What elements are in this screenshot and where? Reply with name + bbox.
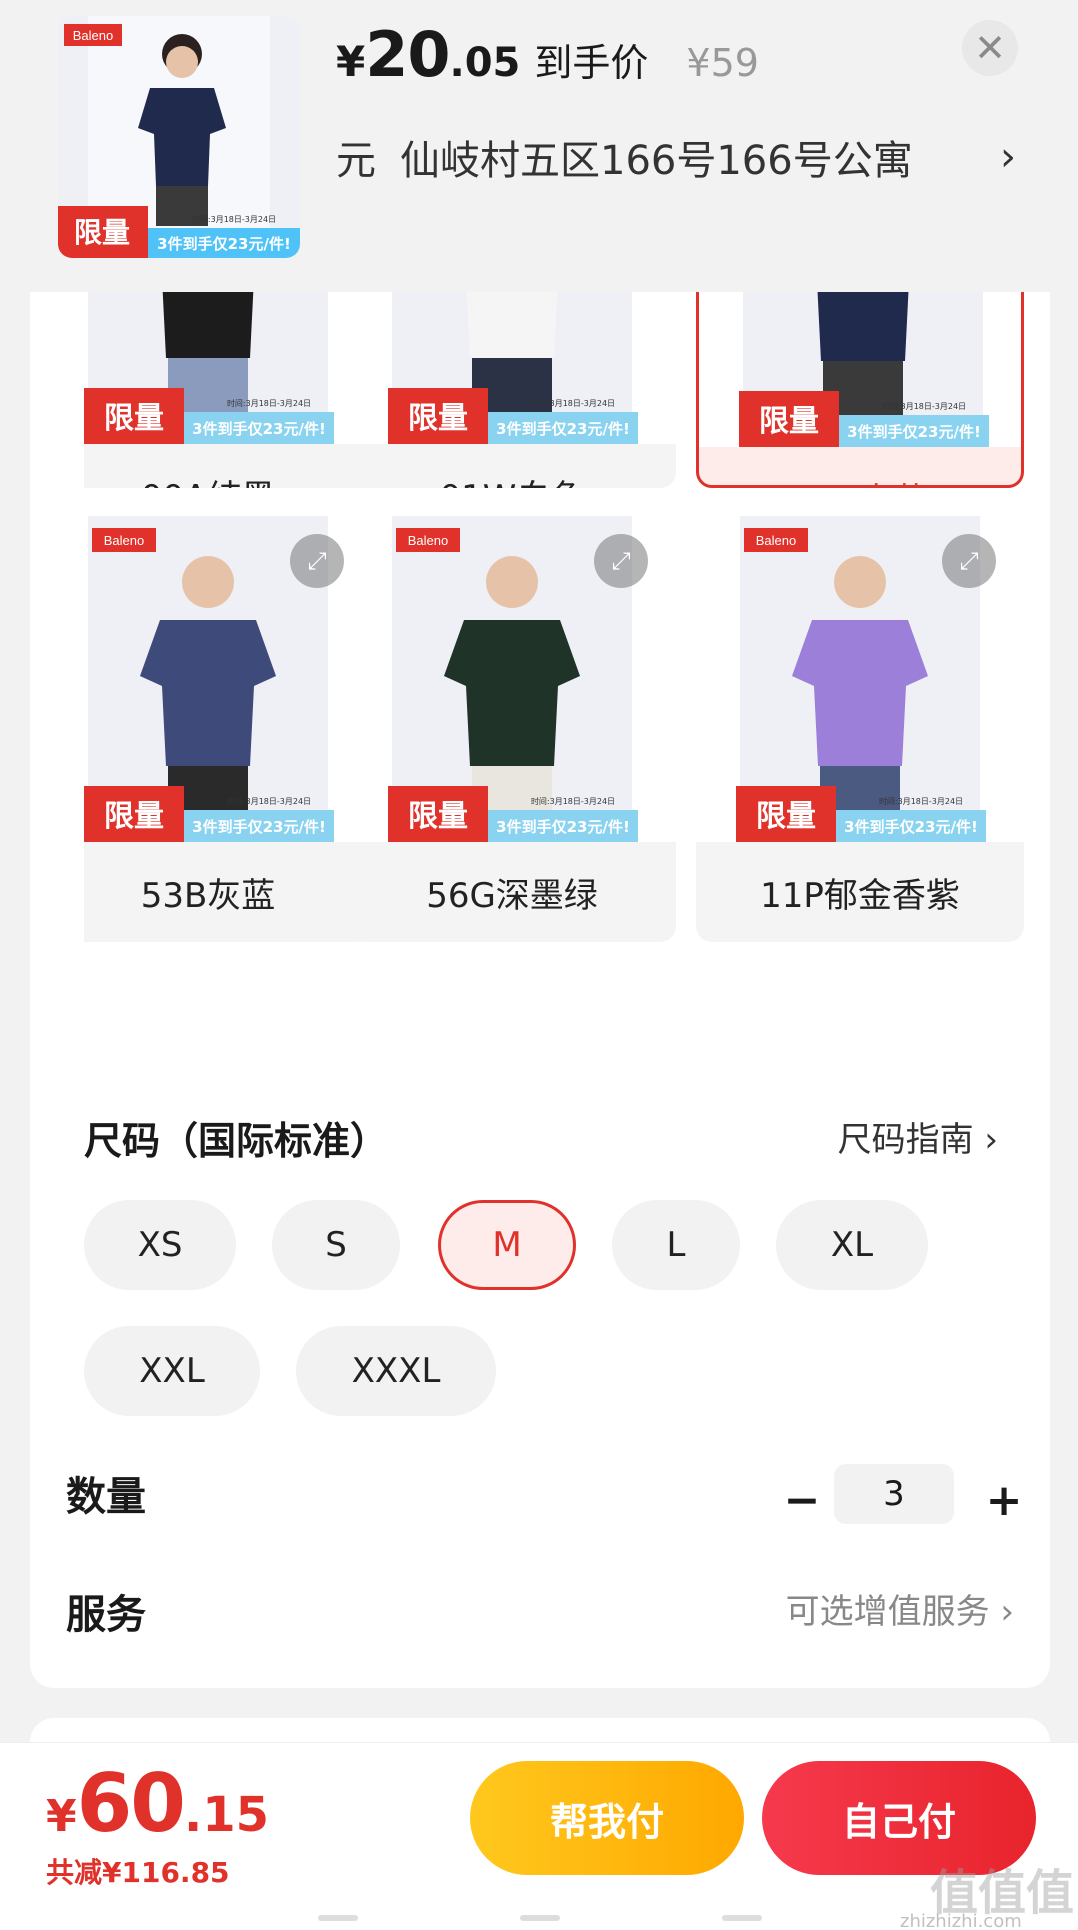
expand-icon[interactable]: ⤢ [594, 534, 648, 588]
quantity-increment-button[interactable]: + [974, 1470, 1034, 1530]
service-hint: 可选增值服务 [785, 1592, 990, 1632]
color-option-label: 01W白色 [348, 444, 676, 489]
quantity-value[interactable]: 3 [834, 1464, 954, 1524]
svg-text:限量: 限量 [104, 401, 164, 436]
size-guide-link[interactable]: 尺码指南 › [838, 1112, 998, 1161]
chevron-right-icon: › [984, 1120, 998, 1160]
quantity-label: 数量 [66, 1474, 146, 1520]
svg-text:限量: 限量 [74, 216, 130, 249]
service-label: 服务 [66, 1592, 146, 1638]
price-tag: 到手价 [534, 41, 649, 85]
svg-text:限量: 限量 [104, 799, 164, 834]
sku-card: 限量3件到手仅23元/件!时间:3月18日-3月24日00A纯黑限量3件到手仅2… [30, 292, 1050, 1688]
size-option-xl[interactable]: XL [776, 1200, 928, 1290]
total-price-decimal: .15 [183, 1787, 269, 1843]
color-option-image: 限量 3件到手仅23元/件! 时间:3月18日-3月24日 [348, 292, 676, 444]
nav-bar-hint [318, 1915, 358, 1921]
size-option-s[interactable]: S [272, 1200, 400, 1290]
product-thumbnail-image: Baleno 限量 3件到手仅23元/件! 时间:3月18日-3月24日 [58, 16, 300, 258]
svg-text:限量: 限量 [759, 404, 819, 439]
size-option-xxxl[interactable]: XXXL [296, 1326, 496, 1416]
svg-text:时间:3月18日-3月24日: 时间:3月18日-3月24日 [531, 796, 615, 806]
product-header: Baleno 限量 3件到手仅23元/件! 时间:3月18日-3月24日 ¥ 2… [0, 0, 1078, 290]
svg-text:3件到手仅23元/件!: 3件到手仅23元/件! [847, 423, 981, 441]
product-thumbnail[interactable]: Baleno 限量 3件到手仅23元/件! 时间:3月18日-3月24日 [58, 16, 300, 258]
price-row: ¥ 20 .05 到手价 ¥59 [336, 18, 759, 91]
color-option-label: 00A纯黑 [84, 444, 372, 489]
address-prefix: 元 [336, 138, 376, 184]
chevron-right-icon: › [1000, 1592, 1014, 1632]
svg-text:时间:3月18日-3月24日: 时间:3月18日-3月24日 [227, 398, 311, 408]
svg-text:限量: 限量 [408, 799, 468, 834]
close-button[interactable]: ✕ [962, 20, 1018, 76]
svg-text:3件到手仅23元/件!: 3件到手仅23元/件! [496, 818, 630, 836]
total-price-integer: 60 [76, 1757, 186, 1850]
color-option[interactable]: 限量 3件到手仅23元/件! 时间:3月18日-3月24日 00A纯黑 [84, 292, 372, 488]
color-option[interactable]: 限量 3件到手仅23元/件! 时间:3月18日-3月24日 02B中蓝 [696, 292, 1024, 488]
color-option-label: 53B灰蓝 [140, 875, 276, 916]
service-selector[interactable]: 可选增值服务 › [786, 1584, 1014, 1633]
watermark-url: zhizhizhi.com [900, 1911, 1022, 1930]
size-guide-label: 尺码指南 [837, 1120, 974, 1160]
svg-text:3件到手仅23元/件!: 3件到手仅23元/件! [496, 420, 630, 438]
address-selector[interactable]: 元 仙岐村五区166号166号公寓 › [336, 128, 1016, 186]
svg-text:时间:3月18日-3月24日: 时间:3月18日-3月24日 [227, 796, 311, 806]
total-price: ¥ 60 .15 [46, 1757, 269, 1850]
svg-text:3件到手仅23元/件!: 3件到手仅23元/件! [192, 420, 326, 438]
close-icon: ✕ [974, 26, 1006, 70]
address-text: 仙岐村五区166号166号公寓 [400, 138, 913, 184]
color-option[interactable]: Baleno 限量 3件到手仅23元/件! 时间:3月18日-3月24日 ⤢ 56G深墨绿 [348, 516, 676, 942]
expand-icon[interactable]: ⤢ [290, 534, 344, 588]
size-option-xs[interactable]: XS [84, 1200, 236, 1290]
price-symbol: ¥ [336, 37, 366, 86]
chevron-right-icon: › [1000, 134, 1016, 180]
price-integer: 20 [365, 18, 450, 91]
svg-text:Baleno: Baleno [104, 533, 144, 548]
color-option[interactable]: Baleno 限量 3件到手仅23元/件! 时间:3月18日-3月24日 ⤢ 53B灰蓝 [84, 516, 372, 942]
nav-bar-hint [520, 1915, 560, 1921]
help-me-pay-button[interactable]: 帮我付 [470, 1761, 744, 1875]
nav-bar-hint [722, 1915, 762, 1921]
svg-text:3件到手仅23元/件!: 3件到手仅23元/件! [157, 235, 291, 253]
checkout-bar: ¥ 60 .15 共减¥116.85 帮我付 自己付 值值值 zhizhizhi… [0, 1742, 1078, 1930]
total-price-symbol: ¥ [46, 1791, 77, 1842]
svg-text:3件到手仅23元/件!: 3件到手仅23元/件! [192, 818, 326, 836]
discount-total: 共减¥116.85 [46, 1856, 230, 1889]
size-option-l[interactable]: L [612, 1200, 740, 1290]
original-price: ¥59 [686, 41, 759, 85]
color-option-label: 02B中蓝 [699, 447, 1021, 486]
svg-text:限量: 限量 [756, 799, 816, 834]
quantity-decrement-button[interactable]: − [772, 1470, 832, 1530]
size-option-m[interactable]: M [438, 1200, 576, 1290]
color-option-image: 限量 3件到手仅23元/件! 时间:3月18日-3月24日 [699, 292, 1021, 447]
expand-icon[interactable]: ⤢ [942, 534, 996, 588]
color-grid: 限量3件到手仅23元/件!时间:3月18日-3月24日00A纯黑限量3件到手仅2… [84, 292, 1050, 1072]
svg-text:Baleno: Baleno [408, 533, 448, 548]
svg-text:限量: 限量 [408, 401, 468, 436]
price-decimal: .05 [449, 40, 521, 86]
svg-text:时间:3月18日-3月24日: 时间:3月18日-3月24日 [882, 401, 966, 411]
color-option-image: 限量 3件到手仅23元/件! 时间:3月18日-3月24日 [84, 292, 372, 444]
color-option[interactable]: Baleno 限量 3件到手仅23元/件! 时间:3月18日-3月24日 ⤢ 11P郁金香… [696, 516, 1024, 942]
svg-text:时间:3月18日-3月24日: 时间:3月18日-3月24日 [192, 214, 276, 224]
size-option-xxl[interactable]: XXL [84, 1326, 260, 1416]
svg-text:3件到手仅23元/件!: 3件到手仅23元/件! [844, 818, 978, 836]
svg-text:时间:3月18日-3月24日: 时间:3月18日-3月24日 [531, 398, 615, 408]
svg-text:时间:3月18日-3月24日: 时间:3月18日-3月24日 [879, 796, 963, 806]
size-section-title: 尺码（国际标准） [84, 1119, 389, 1163]
color-option-label: 56G深墨绿 [426, 875, 598, 916]
svg-text:Baleno: Baleno [756, 533, 796, 548]
color-option[interactable]: 限量 3件到手仅23元/件! 时间:3月18日-3月24日 01W白色 [348, 292, 676, 488]
svg-text:Baleno: Baleno [73, 28, 113, 43]
color-option-label: 11P郁金香紫 [760, 875, 960, 916]
